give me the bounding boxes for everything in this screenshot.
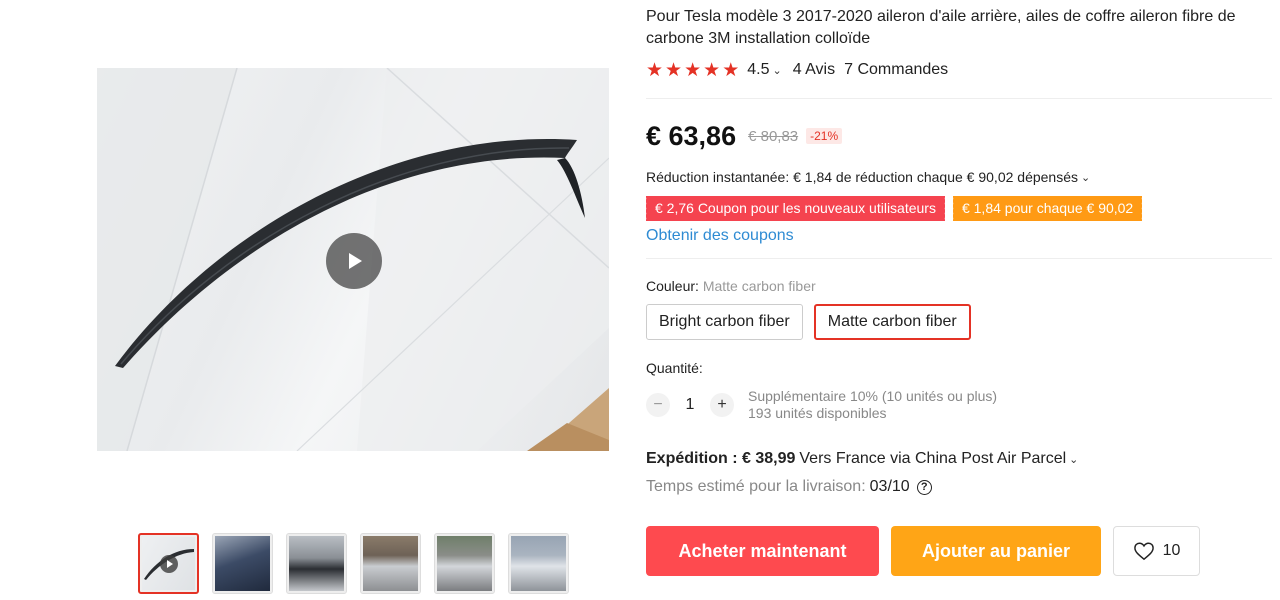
price-row: € 63,86 € 80,83 -21% — [646, 120, 843, 152]
thumbnail-strip — [138, 533, 569, 594]
thumbnail-video[interactable] — [138, 533, 199, 594]
chevron-down-icon: ⌄ — [1069, 453, 1079, 466]
orders-count: 7 Commandes — [844, 61, 949, 78]
product-main-image[interactable] — [97, 68, 609, 451]
quantity-decrease-button[interactable]: − — [646, 393, 670, 417]
selected-color: Matte carbon fiber — [702, 278, 816, 294]
wishlist-button[interactable]: 10 — [1113, 526, 1200, 576]
play-video-button[interactable] — [326, 233, 382, 289]
product-title: Pour Tesla modèle 3 2017-2020 aileron d'… — [646, 8, 1236, 47]
quantity-input[interactable] — [670, 396, 710, 414]
shipping-detail: Vers France via China Post Air Parcel — [799, 450, 1067, 467]
star-icon: ★ — [684, 59, 702, 81]
instant-discount-text: Réduction instantanée: € 1,84 de réducti… — [646, 169, 1078, 185]
color-option-bright[interactable]: Bright carbon fiber — [646, 304, 803, 340]
thumbnail-4[interactable] — [360, 533, 421, 594]
wishlist-count: 10 — [1162, 542, 1181, 559]
coupon-store[interactable]: € 1,84 pour chaque € 90,02 — [950, 196, 1143, 221]
chevron-down-icon: ⌄ — [772, 64, 782, 77]
reviews-link[interactable]: 4 Avis — [793, 61, 835, 79]
color-option-matte[interactable]: Matte carbon fiber — [813, 304, 971, 340]
rating-value-dropdown[interactable]: 4.5 ⌄ — [747, 61, 781, 79]
delivery-estimate: Temps estimé pour la livraison: 03/10 ? — [646, 478, 932, 496]
thumbnail-6[interactable] — [508, 533, 569, 594]
instant-discount-dropdown[interactable]: Réduction instantanée: € 1,84 de réducti… — [646, 169, 1090, 185]
color-label: Couleur: — [646, 278, 699, 294]
star-icon: ★ — [703, 59, 721, 81]
shipping-dropdown[interactable]: Expédition : € 38,99 Vers France via Chi… — [646, 450, 1078, 468]
divider — [646, 98, 1272, 99]
stock-available-text: 193 unités disponibles — [748, 405, 887, 421]
thumbnail-5[interactable] — [434, 533, 495, 594]
star-icon: ★ — [646, 59, 664, 81]
rating-stars: ★ ★ ★ ★ ★ — [646, 61, 739, 80]
quantity-row: − + Supplémentaire 10% (10 unités ou plu… — [646, 388, 997, 422]
quantity-info: Supplémentaire 10% (10 unités ou plus) 1… — [748, 388, 997, 422]
thumbnail-3[interactable] — [286, 533, 347, 594]
play-icon — [160, 555, 178, 573]
add-to-cart-button[interactable]: Ajouter au panier — [891, 526, 1101, 576]
coupon-list: € 2,76 Coupon pour les nouveaux utilisat… — [644, 196, 1143, 221]
get-coupons-link[interactable]: Obtenir des coupons — [646, 227, 794, 245]
buy-now-button[interactable]: Acheter maintenant — [646, 526, 879, 576]
quantity-increase-button[interactable]: + — [710, 393, 734, 417]
color-options: Bright carbon fiber Matte carbon fiber — [646, 304, 971, 340]
quantity-label: Quantité: — [646, 360, 703, 376]
rating-row: ★ ★ ★ ★ ★ 4.5 ⌄ 4 Avis 7 Commandes — [646, 60, 948, 80]
current-price: € 63,86 — [646, 120, 737, 151]
bulk-discount-text: Supplémentaire 10% (10 unités ou plus) — [748, 388, 998, 404]
delivery-label: Temps estimé pour la livraison: — [646, 478, 866, 495]
delivery-date: 03/10 — [869, 478, 910, 495]
coupon-new-user[interactable]: € 2,76 Coupon pour les nouveaux utilisat… — [644, 196, 945, 221]
thumbnail-2[interactable] — [212, 533, 273, 594]
chevron-down-icon: ⌄ — [1081, 171, 1091, 184]
play-icon — [349, 253, 362, 269]
heart-icon — [1133, 542, 1154, 561]
question-icon[interactable]: ? — [916, 479, 932, 495]
color-label-row: Couleur: Matte carbon fiber — [646, 278, 816, 294]
rating-value: 4.5 — [747, 61, 770, 78]
shipping-cost: Expédition : € 38,99 — [646, 450, 796, 467]
divider — [646, 258, 1272, 259]
original-price: € 80,83 — [748, 127, 799, 145]
discount-badge: -21% — [806, 128, 843, 144]
quantity-stepper: − + — [646, 393, 734, 417]
star-icon: ★ — [665, 59, 683, 81]
action-buttons: Acheter maintenant Ajouter au panier 10 — [646, 526, 1200, 576]
star-icon: ★ — [722, 59, 740, 81]
